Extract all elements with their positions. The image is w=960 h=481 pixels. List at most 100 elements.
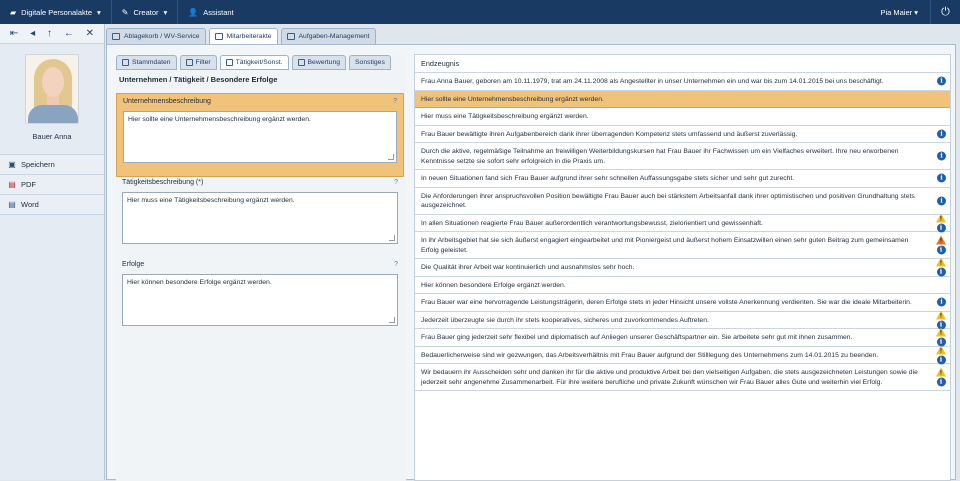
zeugnis-row[interactable]: Frau Bauer bewältigte ihren Aufgabenbere…	[415, 126, 950, 143]
action-label: Speichern	[21, 160, 55, 169]
zeugnis-row[interactable]: Wir bedauern ihr Ausscheiden sehr und da…	[415, 364, 950, 391]
status-icons: i	[937, 76, 946, 86]
section-title: Unternehmen / Tätigkeit / Besondere Erfo…	[119, 75, 278, 84]
tab-sonstiges[interactable]: Sonstiges	[349, 55, 391, 70]
previous-icon[interactable]: ◂	[30, 28, 35, 39]
status-icons: i	[937, 151, 946, 161]
info-icon[interactable]: i	[937, 196, 946, 205]
word-icon: ▤	[8, 200, 16, 209]
zeugnis-text: Hier können besondere Erfolge ergänzt we…	[421, 281, 566, 289]
word-button[interactable]: ▤ Word	[0, 195, 104, 215]
field-label: Tätigkeitsbeschreibung (*)	[122, 179, 204, 186]
zeugnis-row[interactable]: In neuen Situationen fand sich Frau Baue…	[415, 170, 950, 188]
info-icon[interactable]: i	[937, 129, 946, 139]
up-icon[interactable]: ↑	[47, 28, 52, 39]
subtab-label: Sonstiges	[355, 59, 385, 66]
action-list: ▣ Speichern ▤ PDF ▤ Word	[0, 154, 104, 215]
zeugnis-row[interactable]: Hier können besondere Erfolge ergänzt we…	[415, 277, 950, 294]
menu-assistant[interactable]: 👤 Assistant	[178, 0, 243, 24]
tab-stammdaten[interactable]: Stammdaten	[116, 55, 177, 70]
warning-icon[interactable]	[936, 310, 946, 321]
status-icons: i	[936, 327, 946, 347]
info-icon[interactable]: i	[936, 267, 946, 277]
menu-label: Digitale Personalakte	[21, 7, 93, 17]
save-button[interactable]: ▣ Speichern	[0, 155, 104, 175]
main-content: Stammdaten Filter Tätigkeit/Sonst. Bewer…	[106, 44, 956, 481]
zeugnis-preview: Endzeugnis Frau Anna Bauer, geboren am 1…	[414, 54, 951, 481]
zeugnis-row[interactable]: Frau Anna Bauer, geboren am 10.11.1979, …	[415, 73, 950, 91]
taetigkeitsbeschreibung-group: Tätigkeitsbeschreibung (*)? Hier muss ei…	[116, 175, 404, 259]
zeugnis-row[interactable]: Durch die aktive, regelmäßige Teilnahme …	[415, 143, 950, 170]
warning-icon[interactable]	[936, 257, 946, 268]
back-icon[interactable]: ←	[64, 28, 74, 39]
power-icon[interactable]: ⏻	[930, 0, 960, 24]
taetigkeitsbeschreibung-field[interactable]: Hier muss eine Tätigkeitsbeschreibung er…	[122, 192, 398, 244]
zeugnis-text: Frau Bauer bewältigte ihren Aufgabenbere…	[421, 130, 798, 138]
unternehmensbeschreibung-group: Unternehmensbeschreibung? Hier sollte ei…	[116, 93, 404, 177]
help-icon[interactable]: ?	[393, 98, 397, 105]
zeugnis-text: Jederzeit überzeugte sie durch ihr stets…	[421, 316, 709, 324]
status-icons: i	[936, 345, 946, 365]
info-icon[interactable]: i	[937, 76, 946, 86]
first-page-icon[interactable]: ⇤	[10, 28, 18, 39]
tab-taetigkeit[interactable]: Tätigkeit/Sonst.	[219, 55, 289, 70]
info-icon[interactable]: i	[936, 355, 946, 365]
warning-icon[interactable]	[936, 345, 946, 356]
info-icon[interactable]: i	[936, 245, 946, 255]
info-icon[interactable]: i	[937, 151, 946, 161]
status-icons: i	[937, 173, 946, 183]
zeugnis-text: Bedauerlicherweise sind wir gezwungen, d…	[421, 351, 879, 359]
zeugnis-row[interactable]: In allen Situationen reagierte Frau Baue…	[415, 213, 950, 233]
tab-label: Aufgaben-Management	[298, 33, 370, 40]
action-label: Word	[21, 200, 39, 209]
menu-label: Assistant	[203, 7, 234, 17]
help-icon[interactable]: ?	[394, 179, 398, 186]
status-icons: i	[936, 235, 946, 255]
warning-icon[interactable]	[936, 235, 946, 246]
zeugnis-text: In neuen Situationen fand sich Frau Baue…	[421, 175, 795, 182]
top-bar: ▰ Digitale Personalakte ▾ ✎ Creator ▾ 👤 …	[0, 0, 960, 24]
menu-creator[interactable]: ✎ Creator ▾	[112, 0, 179, 24]
rating-icon	[297, 59, 305, 66]
info-icon[interactable]: i	[936, 377, 946, 387]
zeugnis-row[interactable]: Hier sollte eine Unternehmensbeschreibun…	[415, 90, 950, 108]
zeugnis-text: Frau Anna Bauer, geboren am 10.11.1979, …	[421, 78, 884, 85]
user-menu[interactable]: Pia Maier ▾	[868, 8, 930, 17]
user-icon: 👤	[188, 7, 199, 17]
tab-ablagekorb[interactable]: Ablagekorb / WV-Service	[106, 28, 206, 44]
close-icon[interactable]: ✕	[86, 28, 94, 39]
tab-bewertung[interactable]: Bewertung	[291, 55, 347, 70]
form-panel: Stammdaten Filter Tätigkeit/Sonst. Bewer…	[116, 55, 406, 481]
tab-filter[interactable]: Filter	[179, 55, 217, 70]
info-icon[interactable]: i	[937, 297, 946, 307]
unternehmensbeschreibung-field[interactable]: Hier sollte eine Unternehmensbeschreibun…	[123, 111, 397, 163]
zeugnis-row[interactable]: Jederzeit überzeugte sie durch ihr stets…	[415, 310, 950, 330]
status-icons: i	[937, 196, 946, 205]
zeugnis-row[interactable]: Frau Bauer ging jederzeit sehr flexibel …	[415, 327, 950, 347]
tab-mitarbeiterakte[interactable]: Mitarbeiterakte	[208, 28, 278, 44]
info-icon[interactable]: i	[937, 173, 946, 183]
chevron-down-icon: ▾	[97, 7, 101, 17]
warning-icon[interactable]	[936, 367, 946, 378]
warning-icon[interactable]	[936, 327, 946, 338]
tab-label: Ablagekorb / WV-Service	[124, 33, 200, 40]
zeugnis-row[interactable]: Frau Bauer war eine hervorragende Leistu…	[415, 294, 950, 312]
employee-name: Bauer Anna	[32, 132, 72, 141]
zeugnis-row[interactable]: Bedauerlicherweise sind wir gezwungen, d…	[415, 345, 950, 365]
status-icons: i	[936, 310, 946, 330]
pdf-button[interactable]: ▤ PDF	[0, 175, 104, 195]
info-icon[interactable]: i	[936, 223, 946, 233]
subtab-label: Tätigkeit/Sonst.	[235, 59, 283, 66]
zeugnis-row[interactable]: Die Qualität ihrer Arbeit war kontinuier…	[415, 257, 950, 277]
zeugnis-row[interactable]: In ihr Arbeitsgebiet hat sie sich äußers…	[415, 232, 950, 259]
erfolge-group: Erfolge? Hier können besondere Erfolge e…	[116, 257, 404, 341]
help-icon[interactable]: ?	[394, 261, 398, 268]
tab-aufgaben-management[interactable]: Aufgaben-Management	[280, 28, 376, 44]
folder-icon: ▰	[10, 7, 17, 17]
warning-icon[interactable]	[936, 213, 946, 224]
erfolge-field[interactable]: Hier können besondere Erfolge ergänzt we…	[122, 274, 398, 326]
zeugnis-row[interactable]: Die Anforderungen ihrer anspruchsvollen …	[415, 188, 950, 215]
menu-digitale-personalakte[interactable]: ▰ Digitale Personalakte ▾	[0, 0, 112, 24]
zeugnis-row[interactable]: Hier muss eine Tätigkeitsbeschreibung er…	[415, 108, 950, 126]
employee-photo	[25, 54, 79, 124]
